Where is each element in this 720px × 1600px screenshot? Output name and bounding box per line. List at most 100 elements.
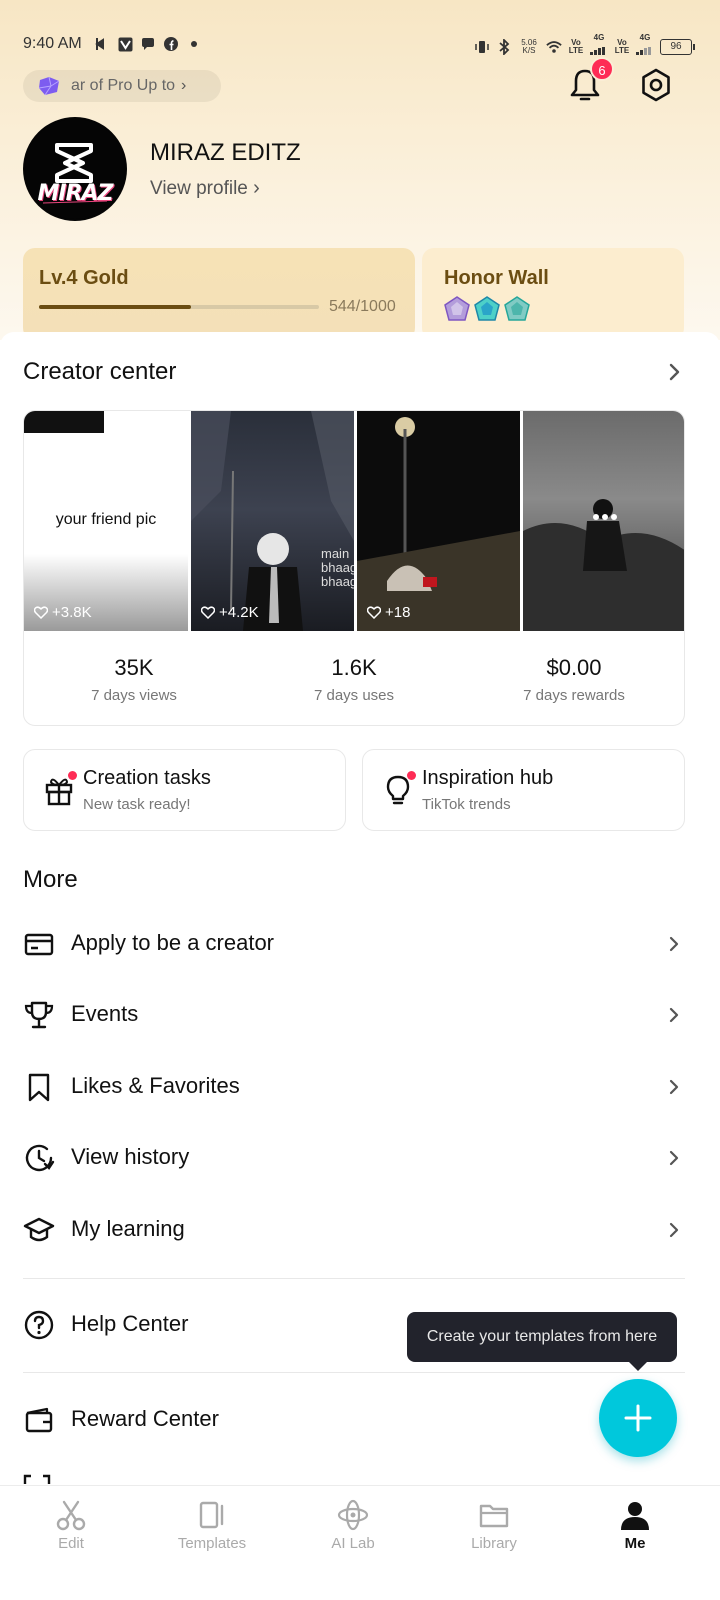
net-speed: 5.06 K/S	[521, 38, 537, 55]
card-icon	[24, 933, 54, 956]
creator-center-card: your friend pic +3.8K main bhaag bhaag +…	[23, 410, 685, 726]
nav-templates[interactable]: Templates	[157, 1498, 267, 1552]
create-templates-tooltip[interactable]: Create your templates from here	[407, 1312, 677, 1362]
tooltip-arrow	[628, 1361, 648, 1371]
heart-icon	[367, 606, 381, 619]
thumbnail-image	[523, 499, 684, 631]
create-template-fab[interactable]	[599, 1379, 677, 1457]
avatar[interactable]: MIRAZ	[23, 117, 127, 221]
signal-4g-2: 4G	[636, 34, 654, 60]
level-progress-fill	[39, 305, 192, 309]
menu-item-label: View history	[71, 1144, 190, 1169]
menu-item-my-learning[interactable]: My learning	[0, 1200, 720, 1260]
wifi-icon	[546, 39, 562, 55]
trophy-icon	[24, 1001, 54, 1029]
more-dot-icon	[186, 36, 202, 52]
level-progress-text: 544/1000	[329, 298, 396, 315]
nav-edit[interactable]: Edit	[16, 1498, 126, 1552]
thumbnail-caption: main bhaag bhaag	[321, 546, 354, 589]
section-divider	[23, 1278, 685, 1279]
inspiration-hub-subtitle: TikTok trends	[422, 796, 511, 813]
profile-name: MIRAZ EDITZ	[150, 139, 301, 166]
pro-promo-banner[interactable]: ar of Pro Up to ›	[23, 70, 221, 102]
stat-rewards: $0.00 7 days rewards	[523, 655, 625, 704]
chevron-right-icon	[669, 1150, 679, 1166]
person-icon	[621, 1502, 649, 1530]
help-icon	[24, 1310, 54, 1340]
template-thumbnails: your friend pic +3.8K main bhaag bhaag +…	[24, 411, 684, 631]
scissors-icon	[56, 1500, 86, 1531]
thumbnail-likes: +4.2K	[201, 604, 259, 621]
menu-item-label: Reward Center	[71, 1406, 219, 1431]
honor-wall-card[interactable]: Honor Wall	[422, 248, 684, 340]
menu-item-likes-favorites[interactable]: Likes & Favorites	[0, 1057, 720, 1117]
menu-item-label: Likes & Favorites	[71, 1073, 240, 1098]
menu-item-label: Apply to be a creator	[71, 930, 275, 955]
nav-me[interactable]: Me	[580, 1498, 690, 1552]
stat-uses: 1.6K 7 days uses	[313, 655, 395, 704]
vibrate-icon	[474, 39, 490, 55]
heart-icon	[201, 606, 215, 619]
template-thumbnail[interactable]	[523, 411, 684, 631]
pro-banner-text: ar of Pro Up to	[71, 77, 176, 94]
status-system-icons: 5.06 K/S Vo LTE 4G Vo LTE 4G 96	[474, 34, 695, 60]
creation-tasks-card[interactable]: Creation tasks New task ready!	[23, 749, 346, 831]
honor-wall-title: Honor Wall	[444, 267, 549, 289]
more-section-title: More	[23, 866, 78, 893]
pro-gem-icon	[38, 76, 60, 96]
menu-item-events[interactable]: Events	[0, 985, 720, 1045]
notification-count-badge: 6	[590, 57, 614, 81]
volte-1: Vo LTE	[568, 38, 584, 55]
new-dot-badge	[68, 771, 77, 780]
view-profile-label: View profile	[150, 178, 248, 199]
chevron-right-icon	[669, 1079, 679, 1095]
menu-item-label: Events	[71, 1001, 139, 1026]
graduation-cap-icon	[23, 1217, 55, 1242]
teal-gem-badge-icon	[474, 296, 500, 321]
template-thumbnail[interactable]: main bhaag bhaag +4.2K	[191, 411, 354, 631]
settings-gear-icon[interactable]	[638, 67, 674, 103]
heart-icon	[34, 606, 48, 619]
section-divider	[23, 1372, 685, 1373]
facebook-icon	[163, 36, 179, 52]
bottom-navigation: Edit Templates AI Lab Library Me	[0, 1485, 720, 1600]
menu-item-apply-creator[interactable]: Apply to be a creator	[0, 914, 720, 974]
creation-tasks-title: Creation tasks	[83, 767, 211, 789]
avatar-logo-text: MIRAZ	[37, 181, 114, 206]
level-progress-bar	[39, 305, 319, 309]
template-thumbnail[interactable]: +18	[357, 411, 520, 631]
volte-2: Vo LTE	[614, 38, 630, 55]
vpn-icon	[117, 36, 133, 52]
chat-icon	[140, 36, 156, 52]
level-card[interactable]: Lv.4 Gold 544/1000	[23, 248, 415, 340]
thumbnail-caption: your friend pic	[55, 511, 157, 528]
thumbnail-image	[357, 417, 520, 631]
chevron-right-icon: ›	[181, 77, 187, 94]
green-gem-badge-icon	[504, 296, 530, 321]
menu-item-view-history[interactable]: View history	[0, 1128, 720, 1188]
bluetooth-icon	[496, 39, 512, 55]
status-time: 9:40 AM	[23, 35, 82, 52]
battery-icon: 96	[660, 39, 695, 55]
inspiration-hub-card[interactable]: Inspiration hub TikTok trends	[362, 749, 685, 831]
template-thumbnail[interactable]: your friend pic +3.8K	[24, 411, 188, 631]
chevron-right-icon: ›	[253, 177, 260, 199]
nav-ai-lab[interactable]: AI Lab	[298, 1498, 408, 1552]
more-options-icon[interactable]	[593, 514, 617, 520]
chevron-right-icon	[669, 936, 679, 952]
thumbnail-image	[191, 411, 354, 631]
purple-gem-badge-icon	[444, 296, 470, 321]
thumbnail-image	[24, 411, 104, 433]
nav-library[interactable]: Library	[439, 1498, 549, 1552]
thumbnail-likes: +3.8K	[34, 604, 92, 621]
chevron-right-icon[interactable]	[664, 358, 686, 386]
new-dot-badge	[407, 771, 416, 780]
view-profile-link[interactable]: View profile ›	[150, 177, 260, 200]
creator-center-title[interactable]: Creator center	[23, 358, 176, 386]
folder-icon	[479, 1504, 509, 1528]
app-notification-icon	[94, 36, 110, 52]
creator-stats: 35K 7 days views 1.6K 7 days uses $0.00 …	[24, 631, 684, 725]
wallet-icon	[25, 1407, 53, 1433]
status-bar: 9:40 AM 5.06 K/S Vo LTE 4G Vo LTE 4G 96	[0, 30, 720, 60]
signal-4g-1: 4G	[590, 34, 608, 60]
